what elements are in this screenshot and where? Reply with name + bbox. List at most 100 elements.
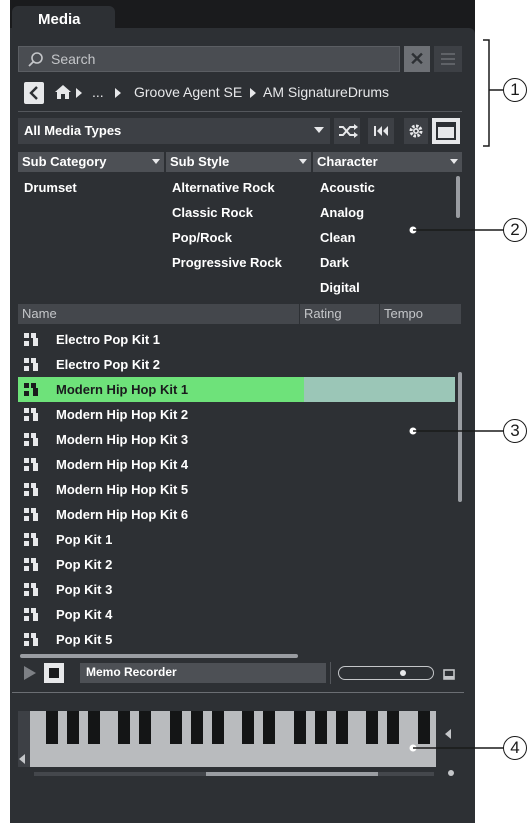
layout-button[interactable]: [432, 118, 460, 144]
black-key[interactable]: [46, 711, 58, 744]
filter-header-sub-category[interactable]: Sub Category: [18, 152, 164, 172]
callout-3: 3: [503, 419, 527, 443]
breadcrumb-ellipsis[interactable]: ...: [92, 84, 104, 100]
shuffle-button[interactable]: [334, 118, 360, 144]
drum-kit-icon: [24, 533, 38, 547]
scroll-right-icon[interactable]: [444, 729, 452, 739]
drum-kit-icon: [24, 583, 38, 597]
list-view-button[interactable]: [434, 46, 462, 72]
breadcrumb-item[interactable]: AM SignatureDrums: [263, 84, 389, 100]
chevron-right-icon: [76, 88, 82, 98]
list-item-label: Modern Hip Hop Kit 1: [56, 382, 189, 397]
black-key[interactable]: [118, 711, 130, 744]
filter-option[interactable]: Digital: [320, 280, 360, 295]
column-header-tempo[interactable]: Tempo: [380, 304, 462, 324]
filter-option[interactable]: Drumset: [24, 180, 77, 195]
filter-scrollbar[interactable]: [456, 176, 460, 218]
callout-2: 2: [503, 218, 527, 242]
list-item[interactable]: Modern Hip Hop Kit 2: [18, 402, 455, 427]
drum-kit-icon: [24, 633, 38, 647]
list-item[interactable]: Pop Kit 1: [18, 527, 455, 552]
clear-search-button[interactable]: ✕: [404, 46, 430, 72]
search-input[interactable]: Search: [18, 46, 400, 72]
rating-cell[interactable]: [304, 377, 455, 402]
list-item[interactable]: Pop Kit 2: [18, 552, 455, 577]
home-icon[interactable]: [54, 83, 72, 101]
previous-button[interactable]: [368, 118, 394, 144]
black-key[interactable]: [139, 711, 151, 744]
black-key[interactable]: [366, 711, 378, 744]
list-item[interactable]: Pop Kit 4: [18, 602, 455, 627]
filter-option[interactable]: Acoustic: [320, 180, 375, 195]
search-icon: [28, 52, 43, 67]
results-hscrollbar[interactable]: [20, 654, 298, 658]
window-icon: [436, 122, 456, 140]
list-item[interactable]: Modern Hip Hop Kit 3: [18, 427, 455, 452]
visible-range: [206, 772, 378, 776]
list-item-label: Pop Kit 5: [56, 632, 113, 647]
list-item[interactable]: Electro Pop Kit 2: [18, 352, 455, 377]
memo-recorder[interactable]: Memo Recorder: [80, 663, 326, 683]
media-type-select[interactable]: All Media Types: [18, 118, 330, 144]
settings-button[interactable]: [404, 118, 428, 144]
list-item[interactable]: Electro Pop Kit 1: [18, 327, 455, 352]
filter-header-character[interactable]: Character: [313, 152, 462, 172]
volume-slider[interactable]: [338, 666, 434, 680]
black-key[interactable]: [67, 711, 79, 744]
list-item[interactable]: Pop Kit 5: [18, 627, 455, 652]
filter-option[interactable]: Clean: [320, 230, 355, 245]
breadcrumb-item[interactable]: Groove Agent SE: [134, 84, 242, 100]
black-key[interactable]: [294, 711, 306, 744]
list-item-label: Pop Kit 3: [56, 582, 113, 597]
list-item-label: Modern Hip Hop Kit 5: [56, 482, 189, 497]
black-key[interactable]: [418, 711, 430, 744]
list-item-label: Modern Hip Hop Kit 3: [56, 432, 189, 447]
drum-kit-icon: [24, 508, 38, 522]
drum-kit-icon: [24, 483, 38, 497]
black-key[interactable]: [315, 711, 327, 744]
slider-knob: [400, 670, 406, 676]
filter-option[interactable]: Classic Rock: [172, 205, 253, 220]
filter-header-sub-style[interactable]: Sub Style: [166, 152, 311, 172]
callout-4: 4: [503, 736, 527, 760]
scroll-left-icon[interactable]: [18, 754, 26, 764]
list-item-label: Electro Pop Kit 1: [56, 332, 161, 347]
filter-option[interactable]: Pop/Rock: [172, 230, 232, 245]
list-icon: [441, 53, 455, 65]
filter-option[interactable]: Analog: [320, 205, 364, 220]
list-item[interactable]: Modern Hip Hop Kit 4: [18, 452, 455, 477]
chevron-down-icon: [152, 159, 160, 164]
filter-header-label: Character: [317, 154, 378, 169]
list-item-label: Pop Kit 4: [56, 607, 113, 622]
results-scrollbar[interactable]: [458, 372, 462, 502]
play-icon[interactable]: [22, 664, 38, 682]
black-key[interactable]: [191, 711, 203, 744]
list-item[interactable]: Modern Hip Hop Kit 6: [18, 502, 455, 527]
breadcrumb: ... Groove Agent SE AM SignatureDrums: [18, 80, 462, 106]
black-key[interactable]: [212, 711, 224, 744]
list-item[interactable]: Modern Hip Hop Kit 5: [18, 477, 455, 502]
shuffle-icon: [339, 124, 358, 138]
black-key[interactable]: [242, 711, 254, 744]
drum-kit-icon: [24, 383, 38, 397]
black-key[interactable]: [170, 711, 182, 744]
black-key[interactable]: [88, 711, 100, 744]
filter-option[interactable]: Alternative Rock: [172, 180, 275, 195]
list-item[interactable]: Modern Hip Hop Kit 1: [18, 377, 455, 402]
drum-kit-icon: [24, 358, 38, 372]
black-key[interactable]: [387, 711, 399, 744]
filter-option[interactable]: Progressive Rock: [172, 255, 282, 270]
black-key[interactable]: [336, 711, 348, 744]
lock-icon[interactable]: [442, 664, 456, 682]
back-button[interactable]: [24, 82, 44, 104]
tab-media[interactable]: Media: [12, 6, 115, 38]
media-type-value: All Media Types: [24, 123, 122, 138]
filter-option[interactable]: Dark: [320, 255, 349, 270]
column-header-name[interactable]: Name: [18, 304, 300, 324]
list-item[interactable]: Pop Kit 3: [18, 577, 455, 602]
black-key[interactable]: [263, 711, 275, 744]
stop-button[interactable]: [44, 663, 64, 683]
column-header-rating[interactable]: Rating: [300, 304, 380, 324]
filter-header-label: Sub Category: [22, 154, 107, 169]
octave-range-bar[interactable]: [34, 772, 434, 776]
